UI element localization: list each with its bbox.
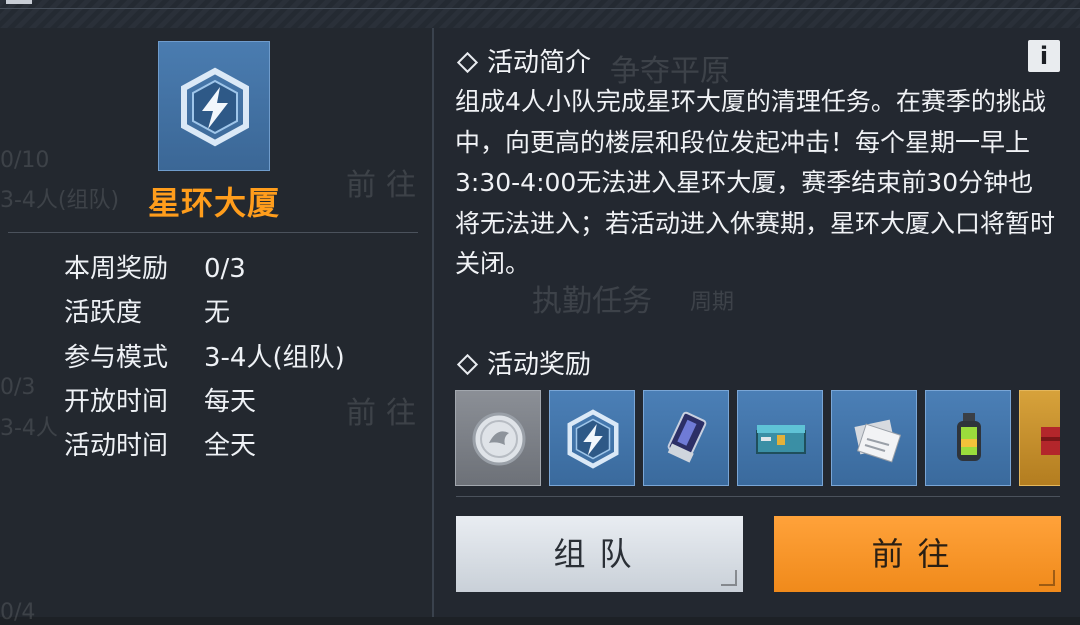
stat-label: 参与模式 (64, 343, 169, 373)
bg-ghost-fraction: 0/10 (0, 148, 50, 173)
stat-row-open-time: 开放时间 每天 (64, 381, 256, 418)
bg-ghost-fraction-3: 0/4 (0, 600, 36, 625)
supply-crate-icon (756, 425, 806, 454)
event-icon (158, 41, 270, 171)
intro-description: 组成4人小队完成星环大厦的清理任务。在赛季的挑战中，向更高的楼层和段位发起冲击！… (455, 87, 1056, 278)
top-divider (0, 8, 1080, 9)
diamond-bullet-icon (456, 51, 479, 73)
rewards-heading-text: 活动奖励 (487, 350, 592, 380)
stat-value: 3-4人(组队) (204, 343, 345, 373)
reward-item[interactable] (643, 390, 729, 486)
bg-ghost-fraction-2: 0/3 (0, 375, 36, 400)
silver-coin-icon (472, 412, 526, 466)
reward-item[interactable] (1019, 390, 1060, 486)
stat-value: 无 (204, 298, 231, 328)
reward-item[interactable] (925, 390, 1011, 486)
stat-value: 0/3 (204, 254, 246, 284)
bg-ghost-tag: 周期 (690, 290, 735, 315)
red-case-icon (1041, 427, 1060, 455)
blueprint-papers-icon (854, 419, 902, 463)
stat-label: 活动时间 (64, 431, 169, 461)
stat-row-event-time: 活动时间 全天 (64, 425, 256, 462)
bg-ghost-go: 前往 (346, 168, 426, 203)
go-button[interactable]: 前往 (774, 516, 1061, 592)
event-title: 星环大厦 (147, 184, 280, 222)
team-up-button[interactable]: 组队 (456, 516, 743, 592)
stat-row-weekly-reward: 本周奖励 0/3 (64, 248, 246, 285)
left-separator (8, 232, 418, 233)
diamond-bullet-icon (456, 353, 479, 375)
reward-list (455, 390, 1060, 486)
grenade-canister-icon (957, 413, 981, 461)
panel-divider (432, 28, 434, 617)
top-indicator (6, 0, 32, 4)
stat-row-activity: 活跃度 无 (64, 292, 230, 329)
reward-item[interactable] (831, 390, 917, 486)
stat-value: 全天 (204, 431, 257, 461)
stat-row-mode: 参与模式 3-4人(组队) (64, 337, 345, 374)
right-separator (456, 496, 1060, 497)
lightning-hexagon-icon (567, 409, 619, 469)
info-button[interactable]: i (1028, 40, 1060, 72)
stat-label: 开放时间 (64, 387, 169, 417)
intro-heading-text: 活动简介 (487, 48, 592, 78)
reward-item[interactable] (455, 390, 541, 486)
lightning-hexagon-icon (181, 67, 249, 147)
stat-label: 本周奖励 (64, 254, 169, 284)
reward-item[interactable] (737, 390, 823, 486)
bg-ghost-mode-2: 3-4人 (0, 416, 58, 441)
stat-value: 每天 (204, 387, 257, 417)
reward-item[interactable] (549, 390, 635, 486)
keycard-icon (667, 411, 707, 463)
intro-heading: 活动简介 (456, 42, 591, 79)
rewards-heading: 活动奖励 (456, 344, 591, 381)
stat-label: 活跃度 (64, 298, 143, 328)
top-bar (0, 0, 1080, 29)
bg-ghost-go-2: 前往 (346, 396, 426, 431)
